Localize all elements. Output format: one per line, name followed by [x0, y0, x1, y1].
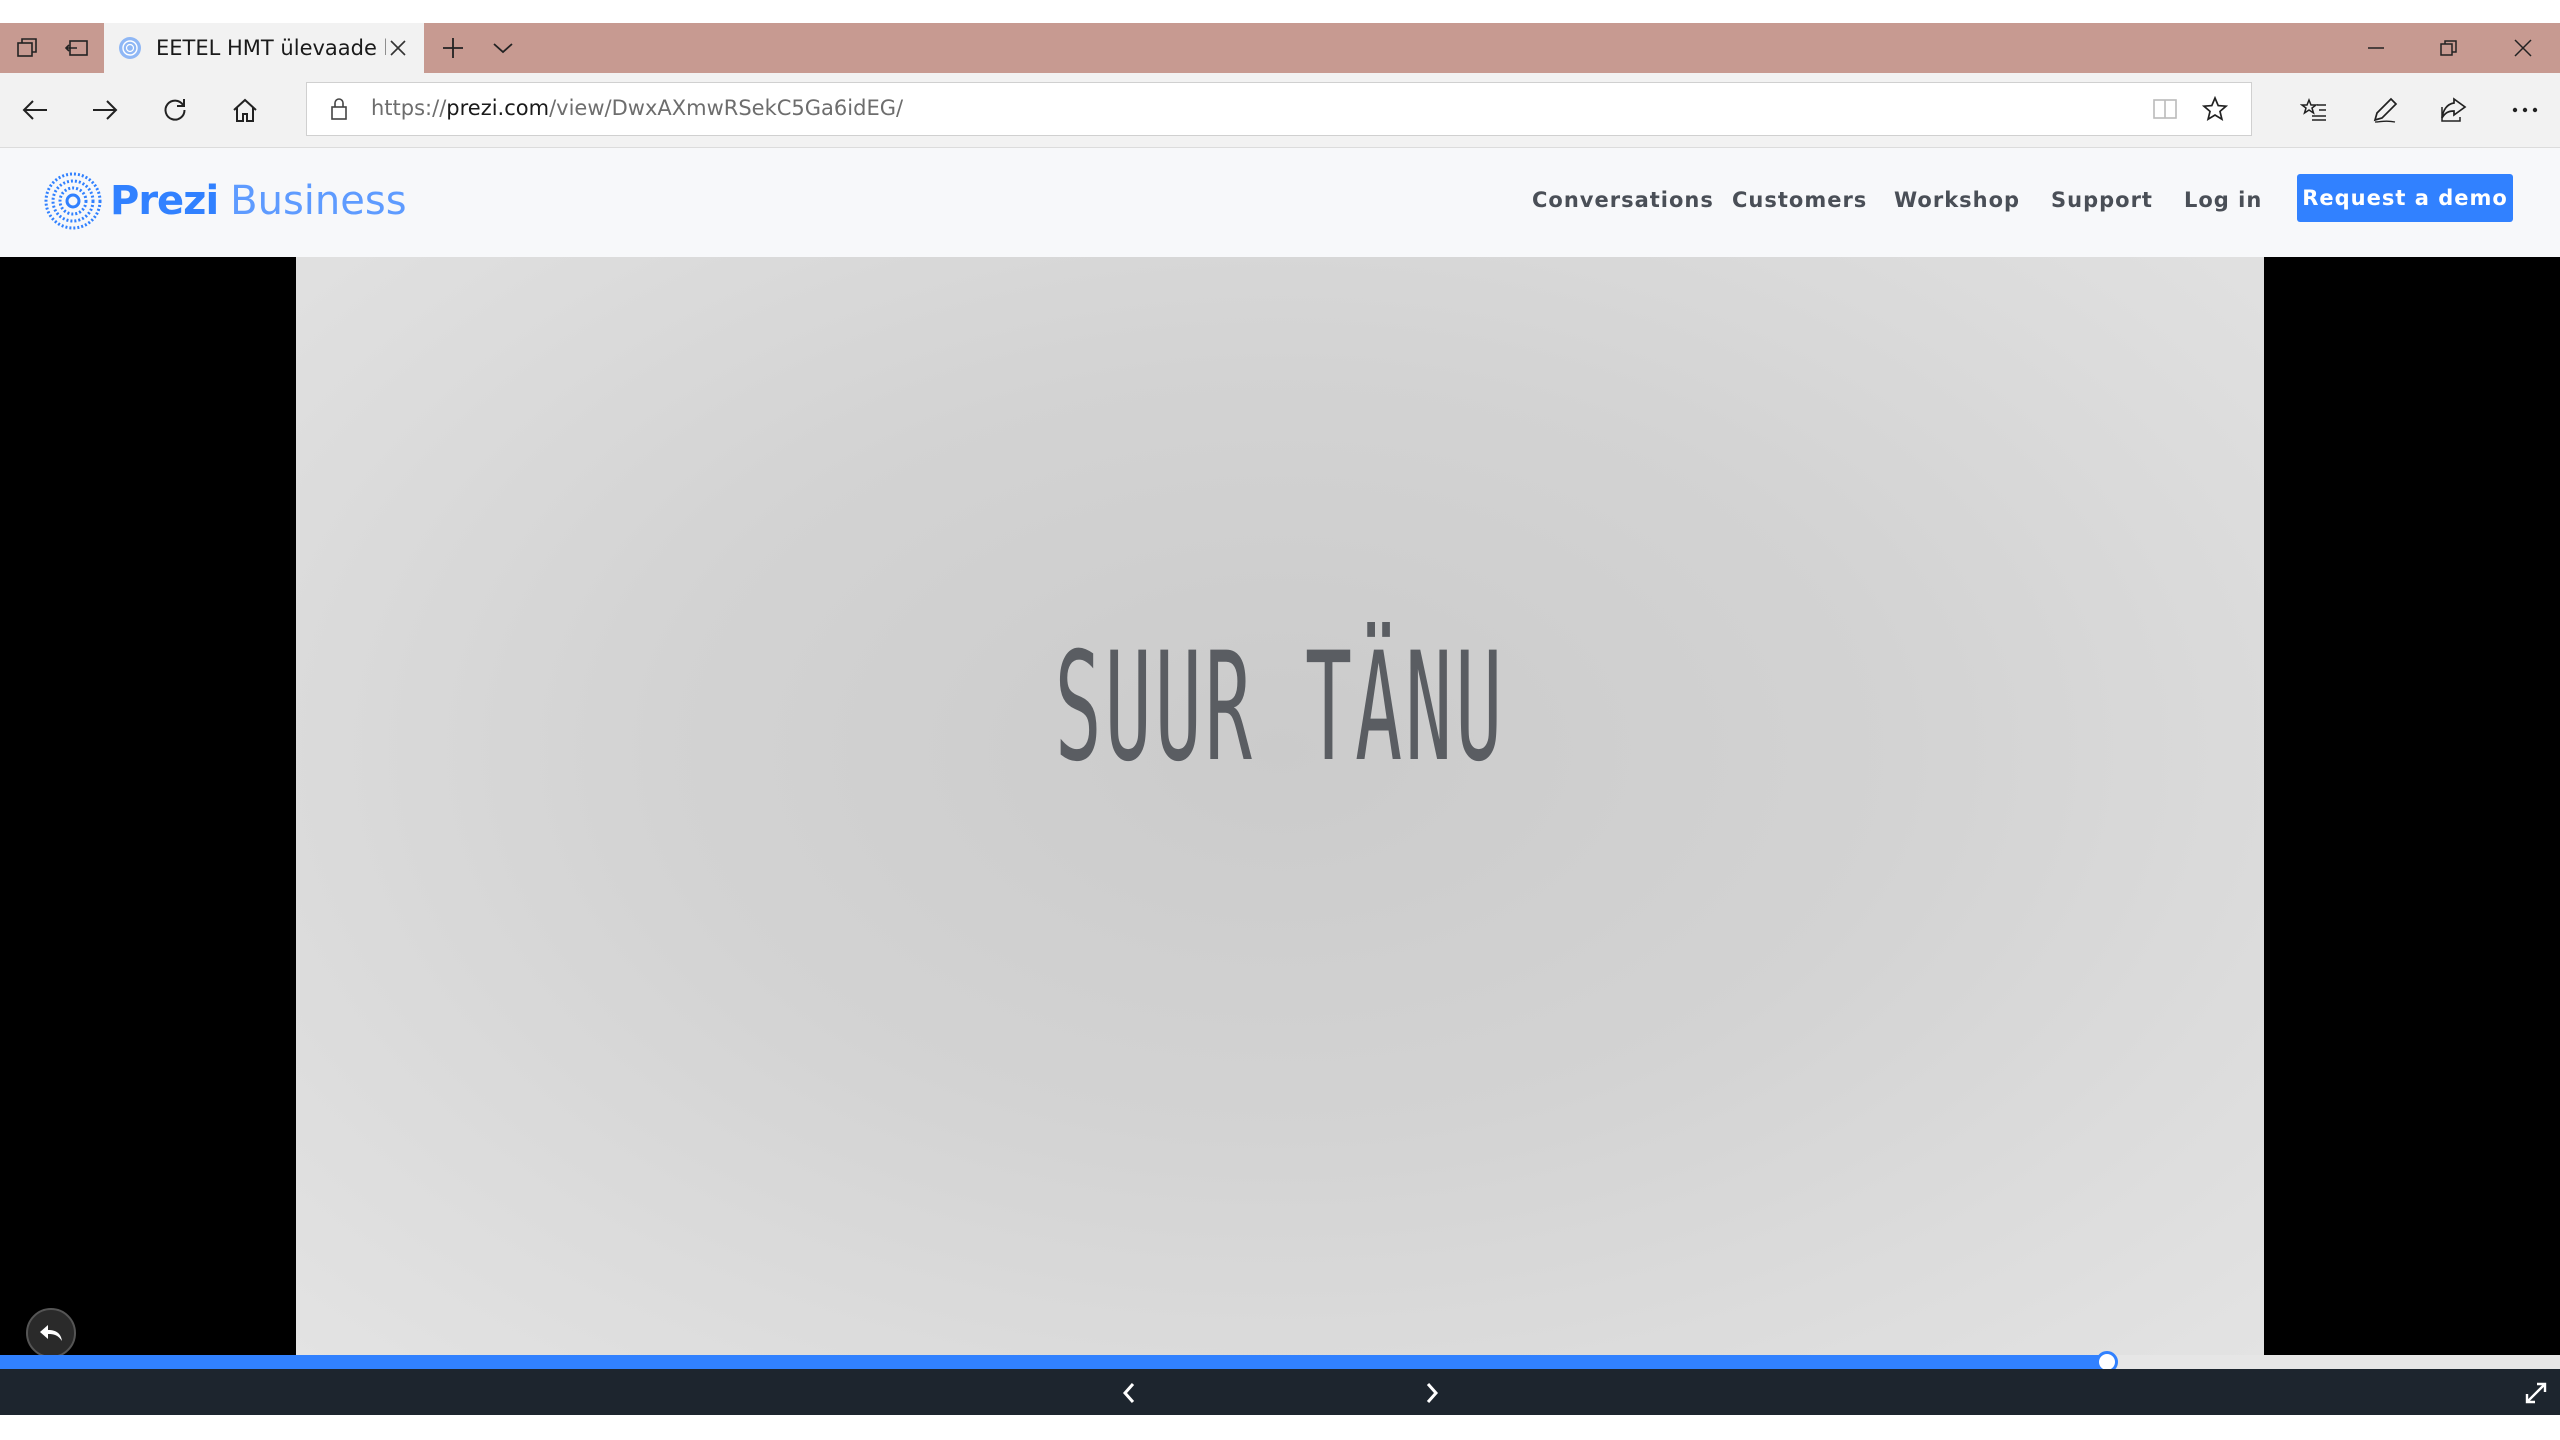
nav-conversations[interactable]: Conversations — [1532, 188, 1714, 212]
logo-business-text: Business — [230, 178, 407, 224]
nav-customers[interactable]: Customers — [1732, 188, 1867, 212]
tabs-aside-button[interactable] — [52, 23, 102, 73]
favorites-hub-button[interactable] — [2289, 85, 2339, 135]
window-close-button[interactable] — [2488, 23, 2558, 73]
home-button[interactable] — [220, 85, 270, 135]
reading-view-icon — [2153, 99, 2177, 119]
nav-workshop[interactable]: Workshop — [1894, 188, 2020, 212]
more-button[interactable] — [2500, 85, 2550, 135]
request-demo-button[interactable]: Request a demo — [2297, 174, 2513, 222]
slide-title: SUUR TÄNU — [1054, 621, 1506, 795]
screen-top-margin — [0, 0, 2560, 23]
presentation-viewer: SUUR TÄNU — [0, 257, 2560, 1358]
share-button[interactable] — [2428, 85, 2478, 135]
nav-support[interactable]: Support — [2051, 188, 2153, 212]
minimize-icon — [2368, 47, 2384, 49]
prev-slide-icon — [1122, 1383, 1135, 1403]
prev-slide-button[interactable] — [1109, 1373, 1149, 1413]
pen-icon — [2373, 97, 2398, 123]
more-icon — [2512, 107, 2538, 113]
favorite-star-icon — [2202, 96, 2228, 121]
new-tab-button[interactable] — [428, 23, 478, 73]
tab-overview-button[interactable] — [2, 23, 52, 73]
url-path: /view/DwxAXmwRSekC5Ga6idEG/ — [549, 96, 904, 120]
favicon-icon — [118, 36, 142, 60]
site-header: Prezi Business Conversations Customers W… — [0, 148, 2560, 257]
refresh-icon — [164, 99, 186, 121]
url-scheme: https:// — [371, 96, 447, 120]
tab-overview-icon — [17, 38, 37, 57]
back-button[interactable] — [10, 85, 60, 135]
tab-dropdown-icon — [493, 43, 513, 54]
favorite-button[interactable] — [2197, 93, 2233, 125]
active-tab[interactable]: EETEL HMT ülevaade by — [104, 23, 424, 73]
restore-button[interactable] — [2414, 23, 2484, 73]
forward-icon — [93, 100, 118, 120]
progress-fill — [0, 1355, 2107, 1369]
share-icon — [2441, 97, 2467, 122]
prezi-business-logo[interactable]: Prezi Business — [44, 170, 407, 232]
tab-aside-icon — [64, 40, 88, 56]
next-slide-button[interactable] — [1412, 1373, 1452, 1413]
lock-icon — [329, 97, 349, 121]
logo-prezi-text: Prezi — [110, 178, 219, 224]
prezi-logo-icon — [44, 172, 102, 230]
tab-title: EETEL HMT ülevaade by — [156, 36, 386, 60]
url-text: https://prezi.com/view/DwxAXmwRSekC5Ga6i… — [371, 96, 903, 120]
address-bar[interactable]: https://prezi.com/view/DwxAXmwRSekC5Ga6i… — [306, 82, 2252, 136]
new-tab-icon — [443, 38, 463, 58]
web-note-button[interactable] — [2360, 85, 2410, 135]
player-controls — [0, 1369, 2560, 1415]
refresh-button[interactable] — [150, 85, 200, 135]
restore-icon — [2440, 40, 2457, 56]
reading-view-button[interactable] — [2147, 93, 2183, 125]
fullscreen-button[interactable] — [2516, 1373, 2556, 1413]
home-icon — [233, 98, 257, 122]
return-icon — [40, 1325, 62, 1341]
tab-list-dropdown[interactable] — [478, 23, 528, 73]
favorites-hub-icon — [2300, 97, 2326, 121]
browser-tabstrip: EETEL HMT ülevaade by — [0, 23, 2560, 73]
close-tab-button[interactable] — [384, 34, 412, 62]
minimize-button[interactable] — [2341, 23, 2411, 73]
nav-login[interactable]: Log in — [2184, 188, 2262, 212]
browser-toolbar: https://prezi.com/view/DwxAXmwRSekC5Ga6i… — [0, 73, 2560, 148]
presentation-progress-bar[interactable] — [0, 1351, 2560, 1373]
back-icon — [22, 100, 47, 120]
slide-canvas[interactable]: SUUR TÄNU — [296, 257, 2264, 1355]
fullscreen-icon — [2525, 1382, 2547, 1404]
forward-button[interactable] — [80, 85, 130, 135]
screen-bottom-margin — [0, 1415, 2560, 1440]
return-button[interactable] — [26, 1308, 76, 1358]
close-tab-icon — [390, 40, 406, 56]
url-host: prezi.com — [446, 96, 550, 120]
window-close-icon — [2514, 39, 2532, 57]
next-slide-icon — [1426, 1383, 1439, 1403]
